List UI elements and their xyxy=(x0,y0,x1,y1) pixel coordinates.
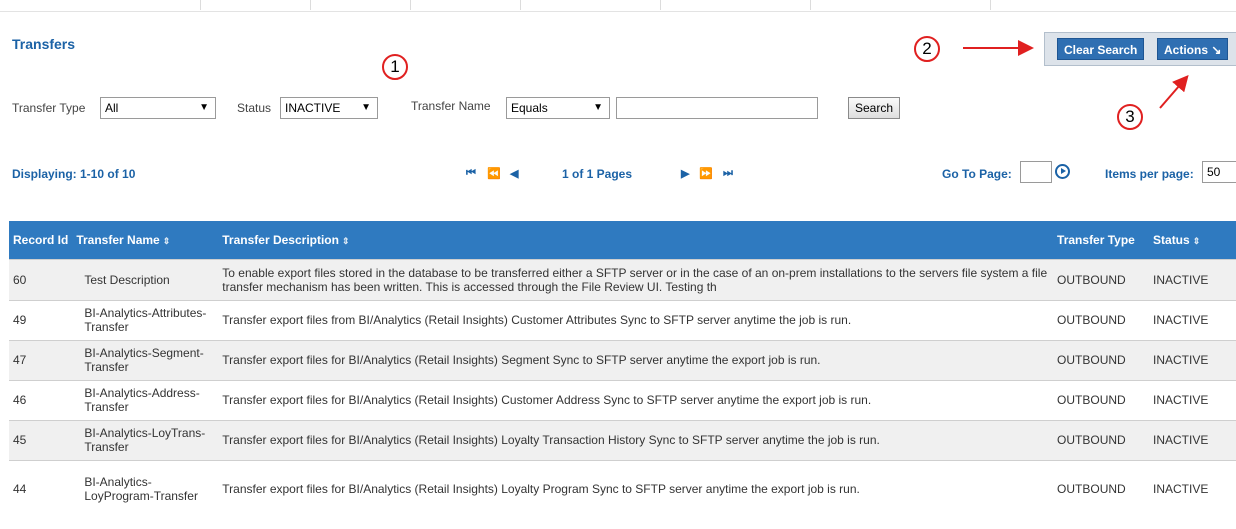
transfer-type-value: All xyxy=(105,101,119,115)
cell-record-id: 44 xyxy=(9,459,73,518)
items-per-page-label: Items per page: xyxy=(1105,167,1194,181)
sort-icon[interactable]: ⇕ xyxy=(342,236,350,246)
cell-transfer-type: OUTBOUND xyxy=(1053,419,1150,460)
table-row[interactable]: 49 BI-Analytics-Attributes-Transfer Tran… xyxy=(9,299,1236,340)
transfer-name-label: Transfer Name xyxy=(411,99,491,113)
col-transfer-type[interactable]: Transfer Type xyxy=(1053,221,1150,259)
col-transfer-type-label: Transfer Type xyxy=(1057,232,1135,247)
status-select[interactable]: INACTIVE ▼ xyxy=(280,97,378,119)
cell-transfer-type: OUTBOUND xyxy=(1053,459,1150,518)
table-row[interactable]: 46 BI-Analytics-Address-Transfer Transfe… xyxy=(9,379,1236,420)
cell-record-id: 46 xyxy=(9,379,73,420)
transfer-type-label: Transfer Type xyxy=(12,101,86,115)
go-to-page-input[interactable] xyxy=(1020,161,1052,183)
col-record-id[interactable]: Record Id xyxy=(9,221,73,259)
sort-icon[interactable]: ⇕ xyxy=(163,236,171,246)
transfer-type-select[interactable]: All ▼ xyxy=(100,97,216,119)
first-page-icon[interactable]: ⏮ xyxy=(466,167,476,180)
search-button[interactable]: Search xyxy=(848,97,901,119)
cell-transfer-name[interactable]: BI-Analytics-Attributes-Transfer xyxy=(72,299,219,340)
chevron-down-icon: ▼ xyxy=(361,102,371,113)
cell-transfer-name[interactable]: Test Description xyxy=(72,258,219,300)
col-transfer-name[interactable]: Transfer Name ⇕ xyxy=(72,221,219,259)
cell-status: INACTIVE xyxy=(1149,299,1236,340)
go-arrow-icon[interactable] xyxy=(1055,164,1070,179)
chevron-down-icon: ▼ xyxy=(199,102,209,113)
cell-record-id: 49 xyxy=(9,299,73,340)
cell-status: INACTIVE xyxy=(1149,339,1236,380)
displaying-count: Displaying: 1-10 of 10 xyxy=(12,167,136,181)
col-transfer-description[interactable]: Transfer Description ⇕ xyxy=(218,221,1054,259)
arrow-to-actions xyxy=(1159,74,1189,109)
cell-transfer-description: To enable export files stored in the dat… xyxy=(218,258,1054,300)
cell-transfer-type: OUTBOUND xyxy=(1053,299,1150,340)
cell-record-id: 47 xyxy=(9,339,73,380)
col-record-id-label: Record Id xyxy=(13,232,69,247)
sort-icon[interactable]: ⇕ xyxy=(1193,236,1201,246)
transfer-name-input[interactable] xyxy=(616,97,818,119)
col-transfer-description-label: Transfer Description xyxy=(222,232,339,247)
cell-status: INACTIVE xyxy=(1149,379,1236,420)
cell-transfer-name[interactable]: BI-Analytics-Address-Transfer xyxy=(72,379,219,420)
cell-status: INACTIVE xyxy=(1149,258,1236,300)
status-label: Status xyxy=(237,101,272,115)
cell-transfer-type: OUTBOUND xyxy=(1053,258,1150,300)
cell-record-id: 60 xyxy=(9,258,73,300)
fast-back-icon[interactable]: ⏪ xyxy=(487,167,501,180)
cell-status: INACTIVE xyxy=(1149,419,1236,460)
previous-page-icon[interactable]: ◀ xyxy=(510,167,518,180)
cell-transfer-name[interactable]: BI-Analytics-LoyProgram-Transfer xyxy=(72,459,219,518)
table-row[interactable]: 44 BI-Analytics-LoyProgram-Transfer Tran… xyxy=(9,459,1236,518)
cell-transfer-name[interactable]: BI-Analytics-LoyTrans-Transfer xyxy=(72,419,219,460)
status-value: INACTIVE xyxy=(285,101,341,115)
cell-transfer-description: Transfer export files for BI/Analytics (… xyxy=(218,459,1054,518)
table-header-row: Record Id Transfer Name ⇕ Transfer Descri… xyxy=(9,221,1236,259)
table-row[interactable]: 60 Test Description To enable export fil… xyxy=(9,258,1236,300)
col-transfer-name-label: Transfer Name xyxy=(76,232,160,247)
table-row[interactable]: 47 BI-Analytics-Segment-Transfer Transfe… xyxy=(9,339,1236,380)
col-status[interactable]: Status ⇕ xyxy=(1149,221,1236,259)
last-page-icon[interactable]: ⏭ xyxy=(723,167,733,180)
transfers-table: Record Id Transfer Name ⇕ Transfer Descri… xyxy=(9,221,1236,518)
transfer-name-operator-value: Equals xyxy=(511,101,548,115)
cell-status: INACTIVE xyxy=(1149,459,1236,518)
cell-transfer-description: Transfer export files for BI/Analytics (… xyxy=(218,419,1054,460)
chevron-down-icon: ▼ xyxy=(593,102,603,113)
page-indicator: 1 of 1 Pages xyxy=(562,167,633,181)
items-per-page-input[interactable]: 50 xyxy=(1202,161,1236,183)
fast-forward-icon[interactable]: ⏩ xyxy=(699,167,713,180)
transfer-name-operator-select[interactable]: Equals ▼ xyxy=(506,97,610,119)
col-status-label: Status xyxy=(1153,232,1190,247)
cell-record-id: 45 xyxy=(9,419,73,460)
cell-transfer-description: Transfer export files for BI/Analytics (… xyxy=(218,379,1054,420)
cell-transfer-name[interactable]: BI-Analytics-Segment-Transfer xyxy=(72,339,219,380)
cell-transfer-type: OUTBOUND xyxy=(1053,339,1150,380)
table-row[interactable]: 45 BI-Analytics-LoyTrans-Transfer Transf… xyxy=(9,419,1236,460)
cell-transfer-type: OUTBOUND xyxy=(1053,379,1150,420)
go-to-page-label: Go To Page: xyxy=(942,167,1012,181)
cell-transfer-description: Transfer export files from BI/Analytics … xyxy=(218,299,1054,340)
cell-transfer-description: Transfer export files for BI/Analytics (… xyxy=(218,339,1054,380)
next-page-icon[interactable]: ▶ xyxy=(681,167,689,180)
